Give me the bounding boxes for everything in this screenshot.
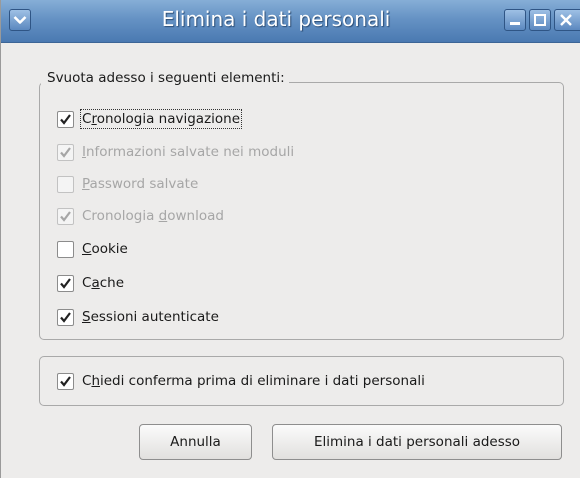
item-label: Cookie (82, 241, 128, 257)
item-cache[interactable]: Cache (57, 272, 124, 294)
window-title: Elimina i dati personali (161, 7, 391, 31)
cancel-button[interactable]: Annulla (139, 424, 252, 460)
minimize-button[interactable] (504, 9, 526, 31)
checkbox-history[interactable] (57, 110, 74, 128)
close-button[interactable] (554, 9, 580, 31)
item-label: Cronologia download (82, 208, 224, 224)
item-label: Password salvate (82, 176, 199, 192)
window-menu-button[interactable] (9, 9, 31, 31)
item-history[interactable]: Cronologia navigazione (57, 108, 243, 130)
confirm-option[interactable]: Chiedi conferma prima di eliminare i dat… (57, 370, 425, 392)
delete-now-button[interactable]: Elimina i dati personali adesso (272, 424, 562, 460)
items-group-legend: Svuota adesso i seguenti elementi: (41, 70, 289, 86)
maximize-button[interactable] (529, 9, 551, 31)
item-form-data: Informazioni salvate nei moduli (57, 141, 294, 163)
checkbox-cookies[interactable] (57, 240, 74, 258)
checkbox-sessions[interactable] (57, 308, 74, 326)
title-bar[interactable]: Elimina i dati personali (1, 0, 580, 43)
checkbox-passwords (57, 175, 74, 193)
item-label: Informazioni salvate nei moduli (82, 144, 295, 160)
checkbox-confirm[interactable] (57, 372, 74, 390)
item-cookies[interactable]: Cookie (57, 238, 128, 260)
item-label: Cronologia navigazione (79, 109, 243, 129)
item-downloads: Cronologia download (57, 205, 224, 227)
item-label: Cache (82, 275, 125, 291)
dialog-window: Elimina i dati personali Svuota adesso i… (0, 0, 580, 478)
checkbox-downloads (57, 207, 74, 225)
item-passwords: Password salvate (57, 173, 198, 195)
confirm-label: Chiedi conferma prima di eliminare i dat… (82, 373, 425, 389)
checkbox-form-data (57, 143, 74, 161)
checkbox-cache[interactable] (57, 274, 74, 292)
item-label: Sessioni autenticate (82, 309, 219, 325)
item-sessions[interactable]: Sessioni autenticate (57, 306, 219, 328)
